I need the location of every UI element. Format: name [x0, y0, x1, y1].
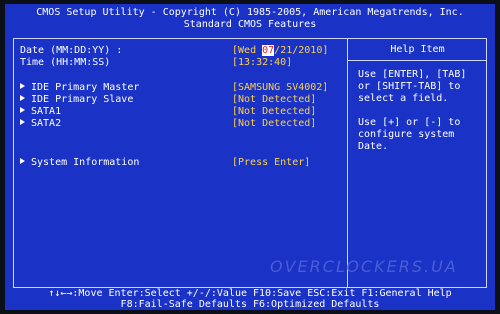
settings-panel: Date (MM:DD:YY) : [Wed 07/21/2010] Time …: [13, 38, 487, 288]
ide-primary-master-value: [SAMSUNG SV4002]: [232, 82, 329, 93]
system-information-row[interactable]: System Information [Press Enter]: [20, 157, 310, 169]
ide-primary-master-row[interactable]: IDE Primary Master [SAMSUNG SV4002]: [20, 82, 328, 94]
time-label: Time (HH:MM:SS): [20, 57, 111, 68]
date-rest: /21/2010]: [274, 45, 329, 56]
bios-header: CMOS Setup Utility - Copyright (C) 1985-…: [5, 4, 495, 34]
date-label: Date (MM:DD:YY) :: [20, 45, 123, 56]
date-month-selected[interactable]: 07: [262, 45, 275, 56]
key-legend-line-2: F8:Fail-Safe Defaults F6:Optimized Defau…: [120, 299, 380, 310]
header-copyright: CMOS Setup Utility - Copyright (C) 1985-…: [36, 7, 464, 18]
sata2-row[interactable]: SATA2 [Not Detected]: [20, 118, 316, 130]
bios-screen: CMOS Setup Utility - Copyright (C) 1985-…: [5, 4, 495, 310]
key-legend: ↑↓←→:Move Enter:Select +/-/:Value F10:Sa…: [5, 288, 495, 310]
submenu-arrow-icon: [20, 107, 25, 113]
key-legend-line-1: ↑↓←→:Move Enter:Select +/-/:Value F10:Sa…: [48, 288, 452, 299]
submenu-arrow-icon: [20, 119, 25, 125]
panel-divider: [347, 39, 348, 287]
sata2-value: [Not Detected]: [232, 118, 317, 129]
help-text-1: Use [ENTER], [TAB] or [SHIFT-TAB] to sel…: [358, 69, 467, 104]
submenu-arrow-icon: [20, 158, 25, 164]
submenu-arrow-icon: [20, 83, 25, 89]
date-weekday: Wed: [238, 45, 263, 56]
ide-primary-master-label: IDE Primary Master: [31, 82, 140, 93]
sata1-label: SATA1: [31, 106, 62, 117]
help-title: Help Item: [390, 44, 445, 55]
sata1-row[interactable]: SATA1 [Not Detected]: [20, 106, 316, 118]
ide-primary-slave-row[interactable]: IDE Primary Slave [Not Detected]: [20, 94, 316, 106]
sata1-value: [Not Detected]: [232, 106, 317, 117]
date-row[interactable]: Date (MM:DD:YY) : [Wed 07/21/2010]: [20, 45, 328, 57]
ide-primary-slave-value: [Not Detected]: [232, 94, 317, 105]
ide-primary-slave-label: IDE Primary Slave: [31, 94, 134, 105]
help-header-divider: [348, 60, 487, 61]
system-information-label: System Information: [31, 157, 140, 168]
sata2-label: SATA2: [31, 118, 62, 129]
submenu-arrow-icon: [20, 95, 25, 101]
help-text-2: Use [+] or [-] to configure system Date.: [358, 117, 461, 152]
system-information-value: [Press Enter]: [232, 157, 311, 168]
date-value[interactable]: [Wed 07/21/2010]: [232, 45, 328, 57]
watermark: OVERCLOCKERS.UA: [270, 257, 458, 276]
page-title: Standard CMOS Features: [183, 19, 317, 30]
time-row[interactable]: Time (HH:MM:SS) [13:32:40]: [20, 57, 292, 69]
time-value[interactable]: [13:32:40]: [232, 57, 292, 69]
